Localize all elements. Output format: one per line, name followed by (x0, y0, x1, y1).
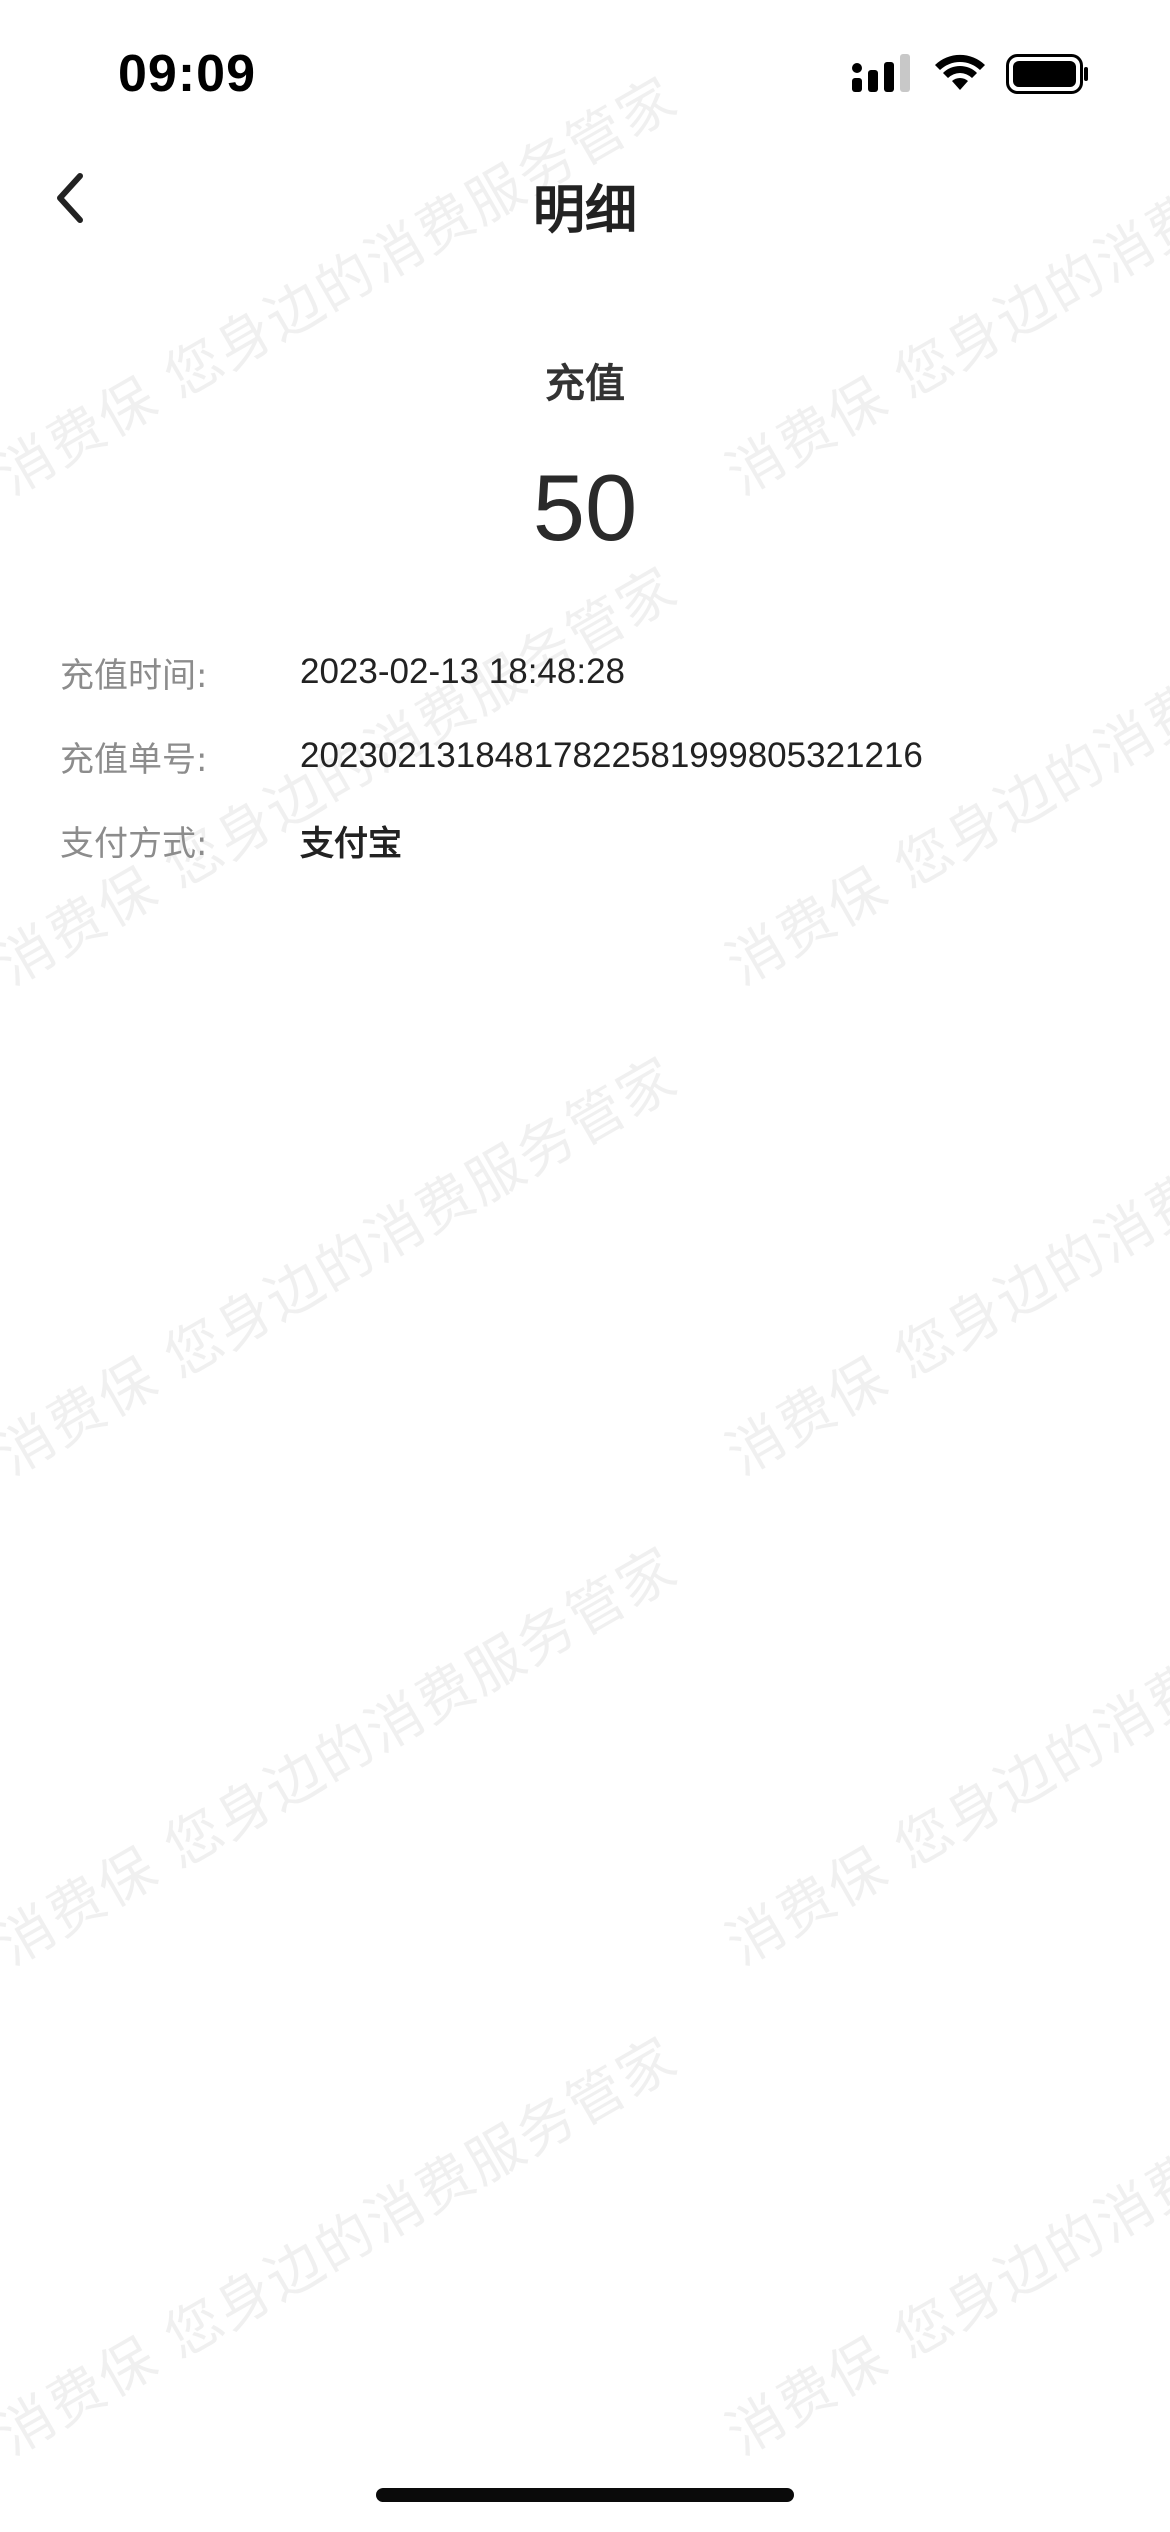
detail-row-order-number: 充值单号: 20230213184817822581999805321216 (60, 714, 1110, 798)
detail-row-recharge-time: 充值时间: 2023-02-13 18:48:28 (60, 630, 1110, 714)
wifi-icon (934, 54, 986, 98)
detail-label: 充值时间: (60, 655, 208, 696)
battery-icon (1006, 54, 1090, 98)
cellular-signal-icon (852, 54, 914, 98)
watermark-text: 消费保 您身边的消费服务管家 (716, 1535, 1170, 1979)
watermark-text: 消费保 您身边的消费服务管家 (716, 2025, 1170, 2469)
watermark-text: 消费保 您身边的消费服务管家 (0, 2025, 689, 2469)
detail-value: 20230213184817822581999805321216 (300, 736, 923, 775)
page-title: 明细 (532, 181, 637, 241)
transaction-summary: 充值 50 (0, 355, 1170, 558)
detail-row-payment-method: 支付方式: 支付宝 (60, 798, 1110, 882)
watermark-text: 消费保 您身边的消费服务管家 (716, 1045, 1170, 1489)
status-icons (852, 54, 1090, 98)
watermark-text: 消费保 您身边的消费服务管家 (0, 1535, 689, 1979)
transaction-type: 充值 (545, 361, 625, 407)
detail-value: 2023-02-13 18:48:28 (300, 652, 625, 691)
home-indicator[interactable] (376, 2488, 794, 2502)
transaction-amount: 50 (532, 455, 638, 560)
detail-list: 充值时间: 2023-02-13 18:48:28 充值单号: 20230213… (60, 630, 1110, 882)
nav-bar: 明细 (0, 150, 1170, 250)
status-time: 09:09 (118, 45, 256, 103)
detail-label: 支付方式: (60, 823, 208, 864)
watermark-text: 消费保 您身边的消费服务管家 (0, 1045, 689, 1489)
status-bar: 09:09 (0, 0, 1170, 150)
detail-label: 充值单号: (60, 739, 208, 780)
detail-value: 支付宝 (300, 823, 402, 864)
